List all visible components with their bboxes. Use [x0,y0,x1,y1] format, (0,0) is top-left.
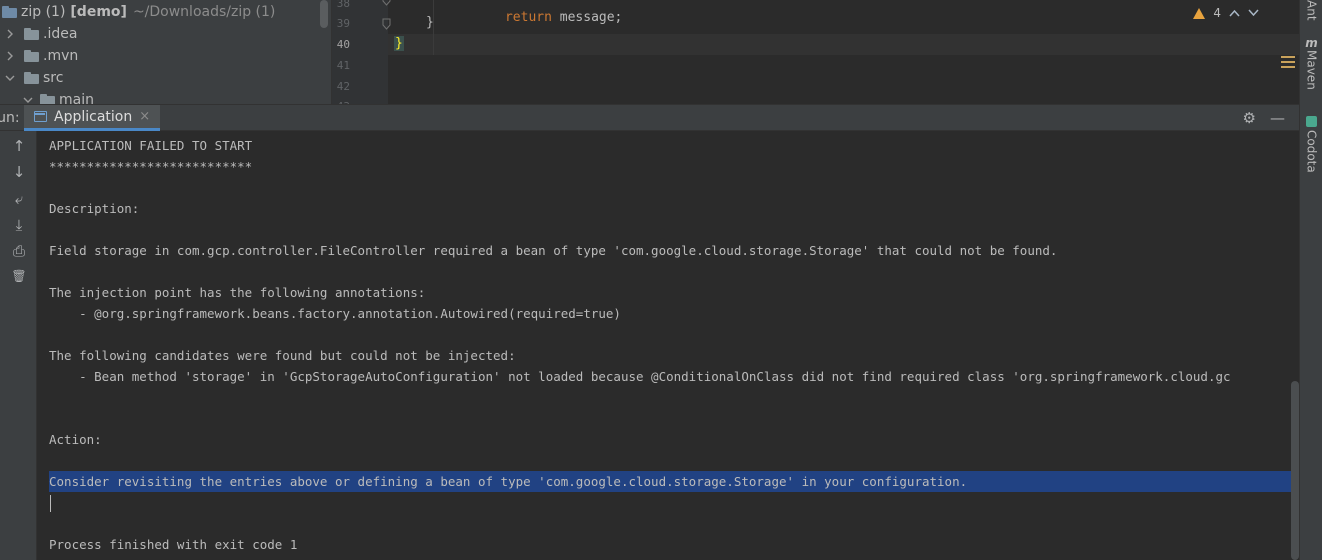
console-line: Field storage in com.gcp.controller.File… [49,243,1058,258]
run-console[interactable]: APPLICATION FAILED TO START ************… [37,131,1299,560]
warning-count: 4 [1213,6,1221,20]
ant-tool-button[interactable]: Ant [1300,0,1322,21]
console-line: - @org.springframework.beans.factory.ann… [49,306,621,321]
tree-item-mvn[interactable]: .mvn [4,45,78,67]
line-number: 42 [336,80,350,93]
line-number: 41 [336,59,350,72]
folder-icon [24,50,39,62]
print-icon[interactable]: ⎙ [9,241,29,261]
ant-label: Ant [1304,0,1319,21]
maven-label: Maven [1304,50,1319,90]
scroll-down-icon[interactable]: ↓ [9,162,29,182]
project-panel: zip (1) [demo] ~/Downloads/zip (1) .idea… [0,0,331,104]
run-header-actions: ⚙ — [1243,109,1285,127]
project-root-row[interactable]: zip (1) [demo] ~/Downloads/zip (1) [0,1,275,23]
tree-item-label: main [59,92,94,104]
project-root-module: [demo] [70,4,127,20]
console-line: Action: [49,432,102,447]
code-editor[interactable]: 38 39 40 41 42 43 return message; } } 4 [331,0,1299,104]
console-line: Process finished with exit code 1 [49,537,298,552]
maven-icon: m [1305,36,1318,50]
folder-icon [40,94,55,104]
line-number: 38 [336,0,350,10]
minimize-icon[interactable]: — [1270,109,1285,127]
tree-item-label: .mvn [43,48,79,64]
code-area[interactable]: return message; } } [388,0,1299,104]
close-icon[interactable]: × [139,109,150,124]
code-text: message; [551,10,623,25]
line-number: 40 [336,38,350,51]
text-caret [50,495,51,512]
tree-item-main[interactable]: main [22,89,94,104]
run-toolbar: ↑ ↓ ⤶ ⤓ ⎙ 🗑 [0,131,37,560]
application-icon [34,111,47,122]
chevron-right-icon[interactable] [4,28,16,40]
project-root-name: zip (1) [21,4,66,20]
console-scrollbar[interactable] [1291,381,1299,560]
line-number: 39 [336,17,350,30]
tree-item-src[interactable]: src [4,67,63,89]
inspection-widget[interactable]: 4 [1193,6,1259,20]
console-line-selected: Consider revisiting the entries above or… [49,474,968,489]
soft-wrap-icon[interactable]: ⤶ [9,189,29,209]
console-line: APPLICATION FAILED TO START [49,138,253,153]
console-line: Description: [49,201,140,216]
trash-icon[interactable]: 🗑 [9,266,29,286]
codota-tool-button[interactable]: Codota [1300,116,1322,173]
warning-triangle-icon [1193,7,1206,19]
console-line: The injection point has the following an… [49,285,426,300]
console-line: - Bean method 'storage' in 'GcpStorageAu… [49,369,1231,384]
maven-tool-button[interactable]: m Maven [1300,36,1322,90]
project-scrollbar[interactable] [320,0,328,28]
editor-gutter: 38 39 40 41 42 43 [332,0,391,104]
console-line: *************************** [49,159,253,174]
module-folder-icon [2,6,17,18]
run-label: Run: [0,110,20,126]
codota-label: Codota [1304,130,1319,173]
scroll-to-end-icon[interactable]: ⤓ [9,215,29,235]
folder-icon [24,28,39,40]
chevron-right-icon[interactable] [4,50,16,62]
code-line-40: } [394,36,404,51]
tab-application[interactable]: Application × [24,105,161,131]
code-line-38: return message; [458,0,622,40]
project-root-path: ~/Downloads/zip (1) [132,4,276,20]
code-line-39: } [426,15,434,30]
tree-item-idea[interactable]: .idea [4,23,77,45]
chevron-up-icon[interactable] [1229,9,1240,17]
right-tool-strip: Ant m Maven Codota [1299,0,1322,560]
chevron-down-icon[interactable] [4,72,16,84]
chevron-down-icon[interactable] [22,94,34,104]
tree-item-label: src [43,70,64,86]
codota-icon [1306,116,1317,127]
scroll-up-icon[interactable]: ↑ [9,136,29,156]
console-line: The following candidates were found but … [49,348,516,363]
keyword-return: return [504,10,552,25]
tab-label: Application [54,108,133,125]
run-tool-window-header: Run: Application × ⚙ — [0,104,1299,131]
error-stripe-markers[interactable] [1281,56,1295,71]
chevron-down-icon[interactable] [1248,9,1259,17]
tree-item-label: .idea [43,26,78,42]
gear-icon[interactable]: ⚙ [1243,109,1256,127]
folder-icon [24,72,39,84]
